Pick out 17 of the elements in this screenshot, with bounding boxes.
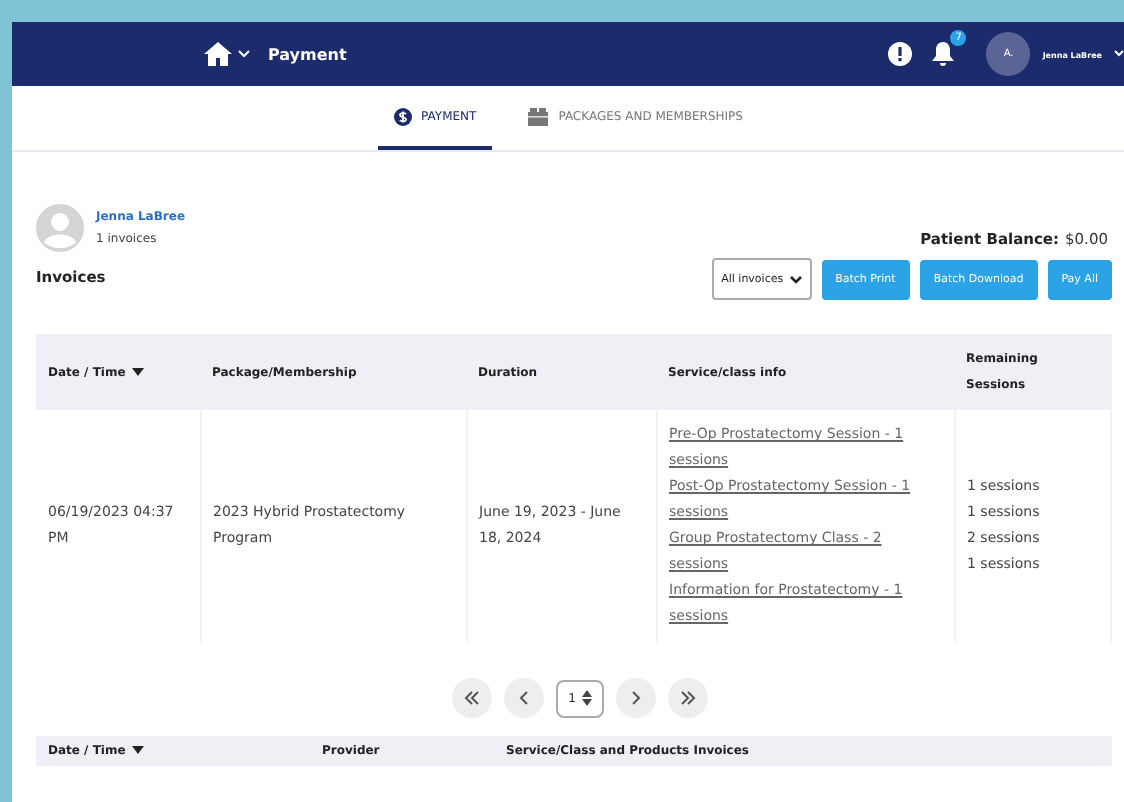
caret-icon[interactable] <box>238 50 250 58</box>
sort-caret-icon <box>131 746 144 754</box>
home-icon[interactable] <box>204 42 232 66</box>
caret-icon <box>789 275 802 283</box>
dollar-icon <box>393 107 412 125</box>
first-page-icon[interactable] <box>452 678 493 718</box>
avatar-icon <box>36 204 84 252</box>
spinner-icon <box>581 690 592 706</box>
previous-page-icon[interactable] <box>504 678 545 718</box>
package-icon <box>528 107 549 125</box>
bell-icon[interactable] <box>932 42 955 66</box>
last-page-icon[interactable] <box>667 678 708 718</box>
alert-icon[interactable] <box>888 42 913 66</box>
next-page-icon[interactable] <box>615 678 656 718</box>
sort-caret-icon <box>131 367 144 375</box>
page-title: Payment <box>268 45 347 63</box>
caret-icon[interactable] <box>1114 50 1124 58</box>
